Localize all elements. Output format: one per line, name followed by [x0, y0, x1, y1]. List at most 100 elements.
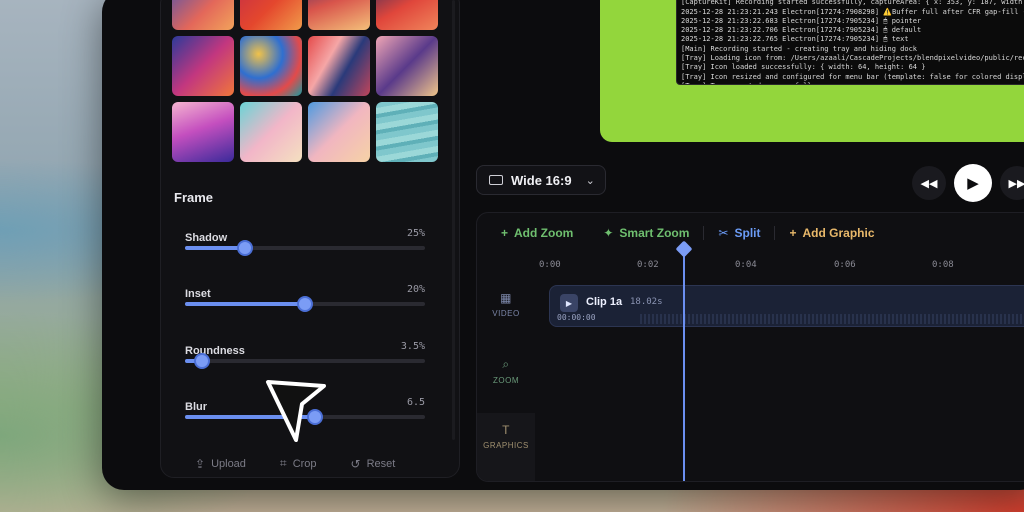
chevron-down-icon: ⌄ — [585, 174, 595, 187]
console-line: 2025-12-28 21:23:22.765 Electron[17274:7… — [681, 35, 909, 44]
console-line: 2025-12-28 21:23:22.683 Electron[17274:7… — [681, 16, 922, 25]
inset-slider-row: Inset 20% — [185, 284, 425, 312]
reset-button[interactable]: ↺ Reset — [351, 456, 396, 471]
wallpaper-tile[interactable] — [308, 36, 370, 96]
clip-name: Clip 1a — [586, 296, 623, 308]
reset-icon: ↺ — [350, 456, 361, 471]
wallpaper-grid — [172, 0, 438, 162]
frame-section-title: Frame — [174, 190, 214, 205]
time-tick: 0:02 — [637, 260, 659, 270]
slider-label: Blur — [185, 401, 207, 413]
plus-icon: + — [789, 226, 797, 240]
time-tick: 0:00 — [539, 260, 561, 270]
graphics-track-header[interactable]: T GRAPHICS — [477, 413, 535, 481]
slider-handle[interactable] — [237, 240, 253, 256]
wallpaper-tile[interactable] — [240, 0, 302, 30]
slider-fill — [185, 302, 305, 306]
play-icon: ▶ — [967, 175, 979, 192]
crop-icon: ⌗ — [279, 456, 287, 470]
playhead-line[interactable] — [683, 243, 685, 481]
add-zoom-button[interactable]: + Add Zoom — [501, 226, 573, 240]
slider-value: 25% — [406, 228, 425, 239]
add-graphic-button[interactable]: + Add Graphic — [789, 226, 874, 240]
upload-label: Upload — [211, 457, 246, 470]
wallpaper-tile[interactable] — [172, 0, 234, 30]
time-ruler[interactable]: 0:00 0:02 0:04 0:06 0:08 — [535, 253, 1024, 279]
aspect-ratio-label: Wide 16:9 — [511, 172, 572, 188]
magnifier-icon: ⌕ — [502, 357, 510, 371]
track-headers: ▦ VIDEO ⌕ ZOOM T GRAPHICS — [477, 253, 535, 481]
time-tick: 0:04 — [735, 260, 757, 270]
slider-value: 3.5% — [400, 341, 425, 352]
aspect-ratio-icon — [489, 175, 503, 185]
add-zoom-label: Add Zoom — [514, 226, 574, 240]
clip-timecode: 00:00:00 — [557, 313, 596, 322]
app-window: Frame Shadow 25% Inset 20% Roundness 3.5… — [102, 0, 1024, 490]
console-line: [Tray] Loading icon from: /Users/azaali/… — [681, 54, 1024, 63]
wallpaper-tile[interactable] — [308, 0, 370, 30]
wallpaper-tile[interactable] — [376, 102, 438, 162]
wallpaper-tile[interactable] — [172, 36, 234, 96]
console-line: [Tray] Icon resized and configured for m… — [681, 72, 1024, 81]
console-line: [Tray] Tray created successfully — [681, 82, 1024, 84]
zoom-track-header[interactable]: ⌕ ZOOM — [477, 357, 535, 385]
rewind-button[interactable]: ◀◀ — [912, 166, 946, 200]
playback-controls: ◀◀ ▶ ▶▶ — [912, 164, 1024, 202]
fast-forward-icon: ▶▶ — [1008, 177, 1024, 190]
fast-forward-button[interactable]: ▶▶ — [1000, 166, 1024, 200]
slider-label: Shadow — [185, 232, 228, 244]
play-icon: ▶ — [565, 298, 573, 308]
aspect-ratio-dropdown[interactable]: Wide 16:9 ⌄ — [476, 165, 606, 195]
slider-value: 6.5 — [406, 397, 425, 408]
slider-fill — [185, 246, 245, 250]
console-line: 2025-12-28 21:23:22.706 Electron[17274:7… — [681, 26, 922, 35]
play-button[interactable]: ▶ — [954, 164, 992, 202]
upload-button[interactable]: ⇪ Upload — [195, 456, 246, 471]
slider-label: Roundness — [185, 345, 245, 357]
toolbar-divider — [703, 226, 705, 240]
upload-icon: ⇪ — [195, 456, 206, 471]
rewind-icon: ◀◀ — [920, 177, 938, 190]
console-line: 2025-12-28 21:23:21.243 Electron[17274:7… — [681, 7, 1024, 16]
film-icon: ▦ — [500, 291, 512, 305]
slider-label: Inset — [185, 288, 211, 300]
sparkle-icon: ✦ — [603, 226, 614, 240]
timeline-toolbar: + Add Zoom ✦ Smart Zoom ✂ Split + Add Gr… — [477, 213, 1024, 253]
smart-zoom-button[interactable]: ✦ Smart Zoom — [603, 226, 689, 240]
console-line: [CaptureKit] Recording started successfu… — [681, 0, 1023, 7]
shadow-slider[interactable] — [185, 240, 425, 256]
wallpaper-tile[interactable] — [308, 102, 370, 162]
plus-icon: + — [501, 226, 509, 240]
mouse-cursor-icon — [266, 380, 326, 442]
panel-scrollbar[interactable] — [452, 0, 455, 440]
wallpaper-tile[interactable] — [376, 36, 438, 96]
slider-value: 20% — [406, 284, 425, 295]
wallpaper-tile[interactable] — [240, 102, 302, 162]
time-tick: 0:08 — [932, 260, 954, 270]
video-clip[interactable]: ▶ Clip 1a 18.02s 00:00:00 — [549, 285, 1024, 327]
time-tick: 0:06 — [834, 260, 856, 270]
wallpaper-tile[interactable] — [376, 0, 438, 30]
wallpaper-tile[interactable] — [172, 102, 234, 162]
split-button[interactable]: ✂ Split — [718, 226, 760, 240]
audio-waveform — [640, 314, 1024, 324]
console-line: [Tray] Icon loaded successfully: { width… — [681, 63, 926, 72]
scissors-icon: ✂ — [718, 226, 729, 240]
inset-slider[interactable] — [185, 296, 425, 312]
console-line: [Main] Recording started - creating tray… — [681, 44, 918, 53]
clip-duration: 18.02s — [630, 297, 663, 307]
video-track-header[interactable]: ▦ VIDEO — [477, 291, 535, 318]
slider-handle[interactable] — [193, 353, 210, 369]
graphics-track-label: GRAPHICS — [483, 441, 529, 450]
roundness-slider[interactable] — [185, 353, 425, 369]
shadow-slider-row: Shadow 25% — [185, 228, 425, 256]
wallpaper-tile[interactable] — [240, 36, 302, 96]
crop-button[interactable]: ⌗ Crop — [280, 456, 317, 471]
clip-play-button[interactable]: ▶ — [560, 294, 578, 312]
split-label: Split — [734, 226, 761, 240]
crop-label: Crop — [292, 457, 317, 470]
smart-zoom-label: Smart Zoom — [619, 226, 690, 240]
roundness-slider-row: Roundness 3.5% — [185, 341, 425, 369]
add-graphic-label: Add Graphic — [802, 226, 875, 240]
slider-handle[interactable] — [297, 296, 313, 312]
